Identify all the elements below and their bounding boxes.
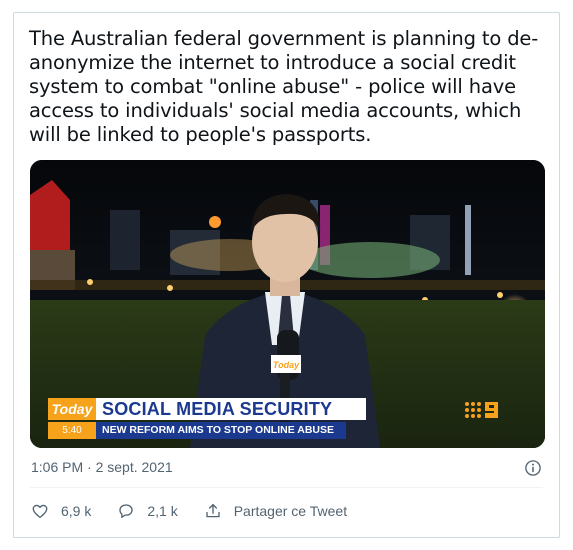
tweet-text: The Australian federal government is pla… [29, 27, 539, 146]
like-count: 6,9 k [61, 503, 92, 519]
reply-icon [119, 504, 134, 519]
share-icon [206, 503, 220, 518]
mic-flag-label: Today [273, 360, 300, 370]
tweet-timestamp[interactable]: 1:06 PM · 2 sept. 2021 [31, 459, 173, 475]
nine-network-logo-icon [465, 402, 498, 418]
reply-button[interactable]: 2,1 k [117, 502, 178, 520]
today-logo: Today [48, 398, 96, 420]
tweet-card: The Australian federal government is pla… [13, 12, 560, 538]
news-subline: NEW REFORM AIMS TO STOP ONLINE ABUSE [96, 422, 346, 439]
share-label: Partager ce Tweet [233, 503, 348, 519]
info-icon[interactable] [524, 459, 542, 477]
tweet-actions: 6,9 k 2,1 k Partager ce Tweet [31, 500, 373, 522]
broadcast-time: 5:40 [48, 422, 96, 439]
like-button[interactable]: 6,9 k [31, 502, 91, 520]
share-button[interactable]: Partager ce Tweet [204, 502, 347, 520]
reply-count: 2,1 k [147, 503, 178, 519]
divider [30, 487, 543, 488]
news-headline: SOCIAL MEDIA SECURITY [96, 398, 366, 420]
tweet-video[interactable]: Today Today 5:40 SOCIAL MEDIA SECURITY N… [30, 160, 545, 448]
heart-icon [32, 504, 48, 519]
